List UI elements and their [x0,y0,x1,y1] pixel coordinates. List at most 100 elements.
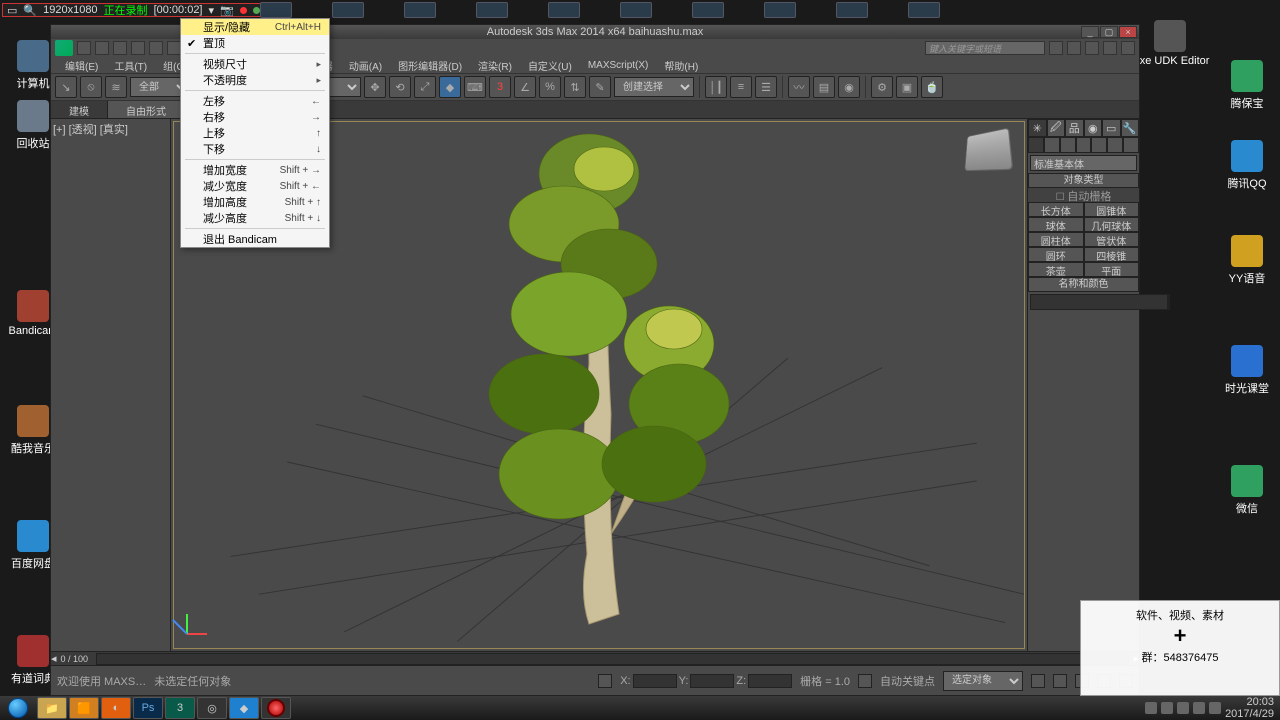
taskbar-item[interactable]: ◎ [197,697,227,719]
schematic-view-icon[interactable]: ▤ [813,76,835,98]
menu-video-size[interactable]: 视频尺寸▸ [181,56,329,72]
render-setup-icon[interactable]: ⚙ [871,76,893,98]
taskbar-bandicam-recording[interactable] [261,697,291,719]
btn-tube[interactable]: 管状体 [1084,232,1140,247]
menu-inc-width[interactable]: 增加宽度Shift + → [181,162,329,178]
task-thumb[interactable] [476,2,508,18]
btn-cone[interactable]: 圆锥体 [1084,202,1140,217]
btn-plane[interactable]: 平面 [1084,262,1140,277]
desktop-icon-wechat[interactable]: 微信 [1222,465,1272,516]
task-thumb[interactable] [404,2,436,18]
minimize-button[interactable]: _ [1081,26,1099,38]
desktop-icon-qq[interactable]: 腾讯QQ [1222,140,1272,191]
maximize-button[interactable]: ▢ [1100,26,1118,38]
taskbar-clock[interactable]: 20:032017/4/29 [1225,696,1274,720]
render-frame-icon[interactable]: ▣ [896,76,918,98]
menu-animation[interactable]: 动画(A) [341,58,390,73]
menu-pan-up[interactable]: 上移↑ [181,125,329,141]
helpers-icon[interactable] [1091,137,1107,153]
redo-icon[interactable] [149,41,163,55]
lock-icon[interactable] [598,674,612,688]
hierarchy-tab-icon[interactable]: 品 [1065,119,1084,137]
object-color-swatch[interactable] [1168,294,1170,310]
edit-named-sel-icon[interactable]: ✎ [589,76,611,98]
open-icon[interactable] [95,41,109,55]
taskbar-item[interactable]: ◐ [101,697,131,719]
rollout-name-color[interactable]: 名称和颜色 [1028,277,1139,292]
create-tab-icon[interactable]: ✳ [1028,119,1047,137]
menu-show-hide[interactable]: 显示/隐藏Ctrl+Alt+H [181,19,329,35]
info-icon[interactable] [1121,41,1135,55]
btn-box[interactable]: 长方体 [1028,202,1084,217]
task-thumb[interactable] [908,2,940,18]
menu-help[interactable]: 帮助(H) [656,58,706,73]
render-icon[interactable]: 🍵 [921,76,943,98]
named-selection-sets[interactable]: 创建选择集 [614,77,694,97]
menu-customize[interactable]: 自定义(U) [520,58,580,73]
task-thumb[interactable] [836,2,868,18]
menu-pan-right[interactable]: 右移→ [181,109,329,125]
favorite-icon[interactable] [1103,41,1117,55]
menu-always-top[interactable]: ✔置顶 [181,35,329,51]
primitive-dropdown[interactable]: 标准基本体 [1030,155,1137,171]
task-thumb[interactable] [692,2,724,18]
task-thumb[interactable] [548,2,580,18]
select-move-icon[interactable]: ✥ [364,76,386,98]
btn-sphere[interactable]: 球体 [1028,217,1084,232]
menu-graph-editors[interactable]: 图形编辑器(D) [390,58,470,73]
desktop-icon-yy[interactable]: YY语音 [1222,235,1272,286]
object-name-input[interactable] [1030,294,1168,310]
motion-tab-icon[interactable]: ◉ [1084,119,1103,137]
spacewarps-icon[interactable] [1107,137,1123,153]
desktop-icon-tenbaobao[interactable]: 腾保宝 [1222,60,1272,111]
task-thumb[interactable] [260,2,292,18]
menu-dec-width[interactable]: 减少宽度Shift + ← [181,178,329,194]
help-icon[interactable] [1049,41,1063,55]
tray-icon[interactable] [1145,702,1157,714]
viewport-label[interactable]: [+] [透视] [真实] [53,124,128,136]
subscription-icon[interactable] [1067,41,1081,55]
select-manipulate-icon[interactable]: ◆ [439,76,461,98]
lights-icon[interactable] [1060,137,1076,153]
autogrid-checkbox[interactable]: ☐ 自动栅格 [1028,188,1139,202]
chevron-down-icon[interactable]: ▾ [209,4,215,17]
exchange-icon[interactable] [1085,41,1099,55]
keyboard-shortcut-icon[interactable]: ⌨ [464,76,486,98]
rollout-object-type[interactable]: 对象类型 [1028,173,1139,188]
menu-opacity[interactable]: 不透明度▸ [181,72,329,88]
menu-exit-bandicam[interactable]: 退出 Bandicam [181,231,329,247]
goto-start-icon[interactable] [1031,674,1045,688]
taskbar-3dsmax[interactable]: 3 [165,697,195,719]
material-editor-icon[interactable]: ◉ [838,76,860,98]
viewport-label-panel[interactable]: [+] [透视] [真实] [51,119,171,651]
tray-icon[interactable] [1161,702,1173,714]
select-scale-icon[interactable]: ⤢ [414,76,436,98]
bind-icon[interactable]: ≋ [105,76,127,98]
tab-modeling[interactable]: 建模 [51,101,108,118]
menu-edit[interactable]: 编辑(E) [57,58,106,73]
prev-frame-icon[interactable] [1053,674,1067,688]
select-rotate-icon[interactable]: ⟲ [389,76,411,98]
add-time-tag-icon[interactable] [858,674,872,688]
tab-freeform[interactable]: 自由形式 [108,101,185,118]
menu-dec-height[interactable]: 减少高度Shift + ↓ [181,210,329,226]
y-input[interactable] [690,674,734,688]
autokey-button[interactable]: 自动关键点 [880,673,935,689]
timeline[interactable]: ◂ 0 / 100 ▸ [51,651,1139,665]
shapes-icon[interactable] [1044,137,1060,153]
geometry-icon[interactable] [1028,137,1044,153]
desktop-icon-shiguang[interactable]: 时光课堂 [1222,345,1272,396]
camera-icon[interactable]: 📷 [220,4,234,17]
cameras-icon[interactable] [1076,137,1092,153]
undo-icon[interactable] [131,41,145,55]
btn-geosphere[interactable]: 几何球体 [1084,217,1140,232]
btn-torus[interactable]: 圆环 [1028,247,1084,262]
menu-rendering[interactable]: 渲染(R) [470,58,520,73]
timeline-track[interactable] [96,653,1129,665]
link-icon[interactable] [167,41,181,55]
app-logo-icon[interactable] [55,40,73,56]
task-thumb[interactable] [332,2,364,18]
taskbar-photoshop[interactable]: Ps [133,697,163,719]
align-icon[interactable]: ≡ [730,76,752,98]
angle-snap-icon[interactable]: ∠ [514,76,536,98]
